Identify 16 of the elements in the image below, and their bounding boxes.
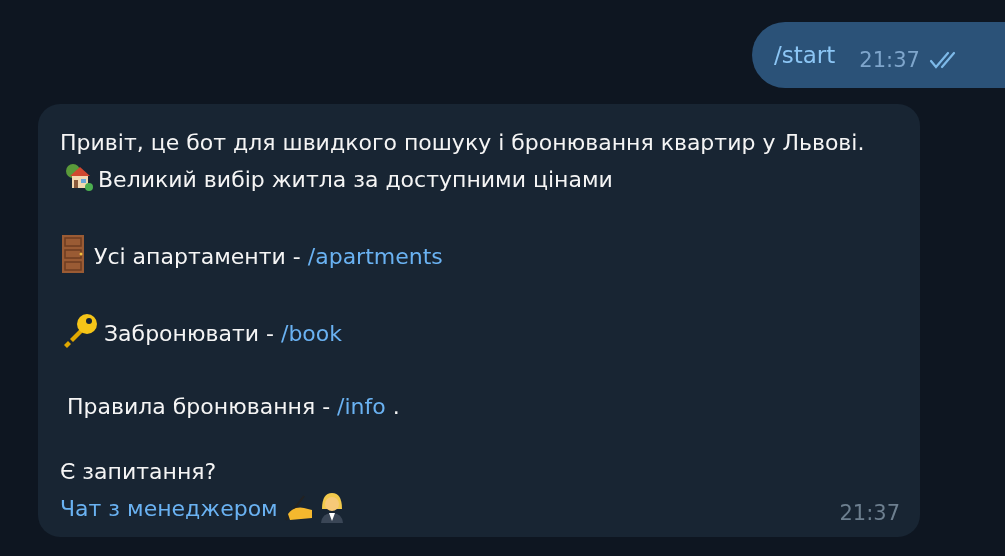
command-link[interactable]: Чат з менеджером: [60, 496, 278, 521]
message-text: Усі апартаменти -: [94, 244, 302, 269]
message-text: Забронювати -: [104, 321, 275, 346]
message-text: Привіт, це бот для швидкого пошуку і бронювання квартир у Львові.: [60, 130, 865, 155]
door-icon: [60, 234, 86, 274]
message-text: Правила бронювання -: [66, 394, 332, 419]
command-link[interactable]: /info: [337, 394, 386, 419]
message-text: Великий вибір житла за доступними цінами: [98, 167, 613, 192]
message-text: .: [391, 394, 400, 419]
command-link[interactable]: /start: [774, 40, 836, 70]
message-text: Є запитання?: [60, 459, 217, 484]
house-icon: [64, 162, 94, 192]
message-time: 21:37: [859, 46, 920, 74]
command-link[interactable]: /book: [280, 321, 342, 346]
message-time: 21:37: [839, 500, 900, 527]
command-link[interactable]: /apartments: [307, 244, 443, 269]
